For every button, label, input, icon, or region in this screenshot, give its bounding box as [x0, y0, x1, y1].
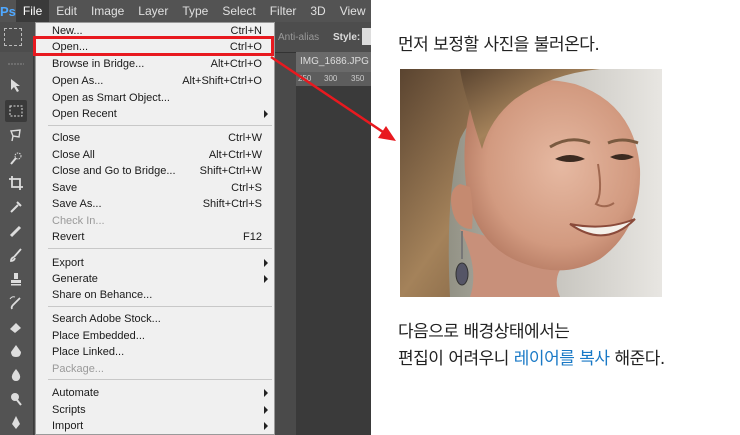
caption2-suffix: 해준다. — [609, 349, 665, 369]
tutorial-caption-step2: 다음으로 배경상태에서는 편집이 어려우니 레이어를 복사 해준다. — [398, 319, 665, 373]
arrow-head-icon — [378, 126, 396, 141]
caption2-highlight-layer: 레이어를 — [513, 349, 575, 369]
caption2-line2: 편집이 어려우니 레이어를 복사 해준다. — [398, 346, 665, 373]
caption2-prefix: 편집이 어려우니 — [398, 349, 514, 369]
caption2-highlight-copy: 복사 — [579, 349, 610, 369]
caption2-line1: 다음으로 배경상태에서는 — [398, 322, 570, 342]
tutorial-caption-step1: 먼저 보정할 사진을 불러온다. — [398, 35, 600, 55]
portrait-photo — [400, 69, 662, 297]
